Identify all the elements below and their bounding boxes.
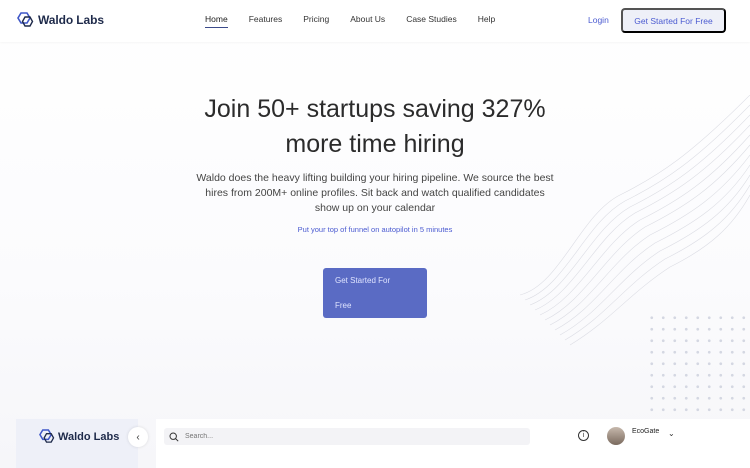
hero-cta-line-1: Get Started For — [335, 276, 391, 285]
preview-sidebar: Waldo Labs — [16, 419, 138, 468]
nav-about-us[interactable]: About Us — [350, 14, 385, 24]
login-link[interactable]: Login — [588, 15, 609, 25]
hero-tagline: Put your top of funnel on autopilot in 5… — [297, 225, 453, 234]
search-input[interactable] — [185, 433, 485, 440]
brand-logo[interactable]: Waldo Labs — [16, 12, 104, 28]
waldo-logo-icon — [17, 12, 34, 27]
nav-pricing[interactable]: Pricing — [303, 14, 329, 24]
top-nav: Waldo Labs Home Features Pricing About U… — [0, 0, 750, 42]
waldo-logo-icon — [39, 429, 55, 443]
hero-cta-line-2: Free — [335, 301, 352, 310]
preview-brand-name: Waldo Labs — [58, 430, 120, 443]
landing-page: Waldo Labs Home Features Pricing About U… — [0, 0, 750, 468]
hero-subheading: Waldo does the heavy lifting building yo… — [196, 172, 554, 214]
brand-name: Waldo Labs — [38, 13, 104, 27]
main-nav: Home Features Pricing About Us Case Stud… — [205, 14, 516, 28]
company-name[interactable]: EcoGate — [632, 428, 659, 435]
preview-brand-logo[interactable]: Waldo Labs — [38, 429, 119, 444]
app-preview: Waldo Labs ‹ i EcoGate ⌄ — [16, 419, 750, 468]
sidebar-collapse-button[interactable]: ‹ — [128, 427, 148, 447]
hero-headline: Join 50+ startups saving 327% more time … — [175, 92, 575, 162]
nav-help[interactable]: Help — [478, 14, 495, 24]
avatar[interactable] — [607, 427, 625, 445]
preview-topbar: i EcoGate ⌄ — [156, 419, 750, 468]
preview-search — [164, 428, 530, 445]
chevron-down-icon[interactable]: ⌄ — [668, 429, 675, 438]
info-icon[interactable]: i — [578, 430, 589, 441]
headline-line-2: more time hiring — [285, 130, 465, 158]
get-started-hero-button[interactable]: Get Started For Free — [323, 268, 427, 318]
get-started-nav-button[interactable]: Get Started For Free — [621, 8, 726, 33]
nav-home[interactable]: Home — [205, 14, 228, 28]
nav-features[interactable]: Features — [249, 14, 283, 24]
search-icon — [169, 431, 179, 442]
decorative-dot-grid — [646, 312, 750, 412]
nav-case-studies[interactable]: Case Studies — [406, 14, 457, 24]
headline-line-1: Join 50+ startups saving 327% — [204, 95, 546, 123]
chevron-left-icon: ‹ — [136, 431, 140, 443]
